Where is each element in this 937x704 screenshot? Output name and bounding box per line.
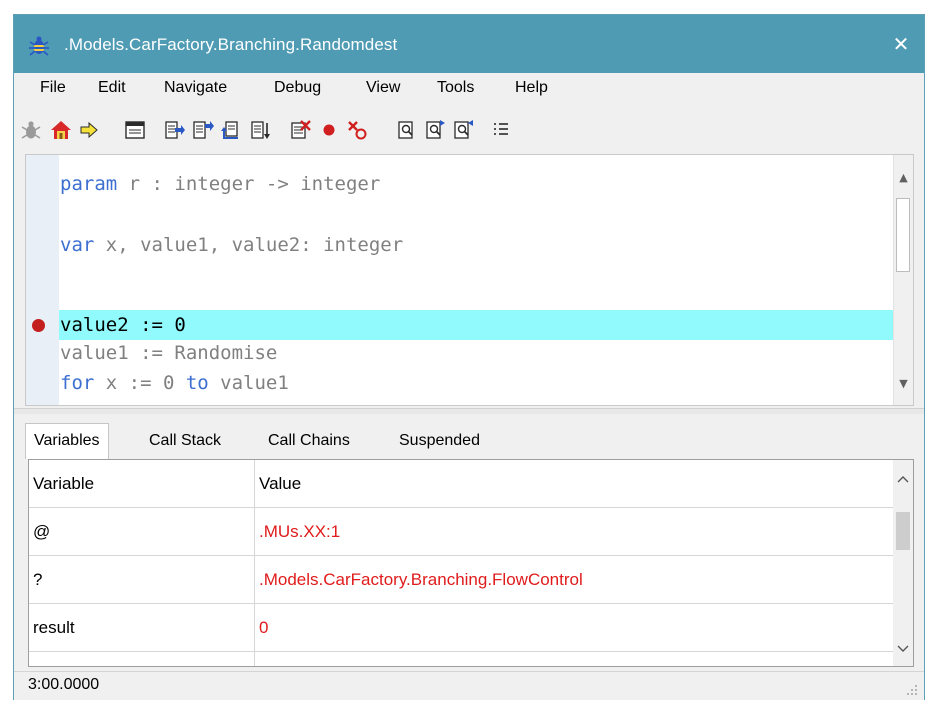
pane-splitter[interactable] [14,408,924,414]
variable-name: result [33,618,75,637]
tab-call-stack[interactable]: Call Stack [149,425,221,457]
keyword: for [60,372,95,394]
step-over-icon[interactable] [192,119,214,141]
scroll-down-arrow-icon[interactable]: ▼ [894,377,913,390]
code-line: value1 := Randomise [60,338,277,368]
code-text: r : integer -> integer [117,173,381,195]
tab-suspended[interactable]: Suspended [399,425,480,457]
toolbar [14,111,924,153]
tab-variables[interactable]: Variables [25,423,109,459]
scroll-thumb[interactable] [896,512,910,550]
code-editor[interactable]: param r : integer -> integer var x, valu… [25,154,914,406]
table-row[interactable]: ? .Models.CarFactory.Branching.FlowContr… [29,556,894,604]
clear-breakpoints-icon[interactable] [290,119,312,141]
table-row[interactable]: result 0 [29,604,894,652]
table-header-row: Variable Value [29,460,894,508]
list-icon[interactable] [490,119,512,141]
menu-help[interactable]: Help [515,79,548,97]
variables-table[interactable]: Variable Value @ .MUs.XX:1 ? .Models.Car… [28,459,914,667]
code-line: param r : integer -> integer [60,169,380,199]
chevron-up-icon[interactable] [897,474,909,484]
find-next-icon[interactable] [424,119,446,141]
variable-name: @ [33,522,51,541]
column-divider[interactable] [254,460,255,666]
menu-debug[interactable]: Debug [274,79,321,97]
window-icon[interactable] [124,119,146,141]
step-back-icon[interactable] [220,119,242,141]
table-scrollbar[interactable] [893,460,913,666]
code-line: for x := 0 to value1 [60,368,289,398]
close-button[interactable]: ✕ [878,15,924,73]
current-line: value2 := 0 [59,310,897,340]
code-text: value1 := Randomise [60,342,278,364]
find-icon[interactable] [396,119,418,141]
editor-scrollbar[interactable]: ▲ ▼ [893,155,913,405]
step-into-icon[interactable] [164,119,186,141]
code-text: x, value1, value2: integer [94,234,404,256]
menu-edit[interactable]: Edit [98,79,126,97]
menu-tools[interactable]: Tools [437,79,474,97]
menu-file[interactable]: File [40,79,66,97]
debug-tabs: Variables Call Stack Call Chains Suspend… [25,423,915,459]
step-out-icon[interactable] [250,119,272,141]
title-bar[interactable]: .Models.CarFactory.Branching.Randomdest … [14,15,924,73]
tab-call-chains[interactable]: Call Chains [268,425,350,457]
chevron-down-icon[interactable] [897,644,909,654]
keyword: to [185,372,209,394]
resize-grip-icon[interactable] [906,684,918,696]
code-text: value1 [208,372,289,394]
home-icon[interactable] [50,119,72,141]
breakpoint-marker[interactable] [32,319,45,332]
menu-bar: File Edit Navigate Debug View Tools Help [14,73,924,111]
simulation-time: 3:00.0000 [28,676,100,693]
arrow-right-icon[interactable] [78,119,100,141]
bug-app-icon [29,36,49,56]
breakpoint-icon[interactable] [318,119,340,141]
menu-view[interactable]: View [366,79,400,97]
remove-breakpoint-icon[interactable] [346,119,368,141]
variable-name: ? [33,570,43,589]
window-title: .Models.CarFactory.Branching.Randomdest [64,35,398,54]
status-bar: 3:00.0000 [14,671,924,700]
debugger-window: .Models.CarFactory.Branching.Randomdest … [13,14,925,700]
scroll-up-arrow-icon[interactable]: ▲ [894,171,913,184]
column-header-variable[interactable]: Variable [33,460,253,507]
column-header-value[interactable]: Value [259,460,889,507]
menu-navigate[interactable]: Navigate [164,79,227,97]
editor-gutter[interactable] [26,155,59,405]
find-prev-icon[interactable] [452,119,474,141]
keyword: param [60,173,118,195]
variable-value: .MUs.XX:1 [259,522,341,541]
bug-icon[interactable] [20,119,42,141]
keyword: var [60,234,95,256]
variable-value: 0 [259,618,269,637]
scroll-thumb[interactable] [896,198,910,272]
table-row[interactable]: @ .MUs.XX:1 [29,508,894,556]
code-text: x := 0 [94,372,186,394]
code-line: var x, value1, value2: integer [60,230,403,260]
code-area[interactable]: param r : integer -> integer var x, valu… [59,155,897,405]
variable-value: .Models.CarFactory.Branching.FlowControl [259,570,583,589]
